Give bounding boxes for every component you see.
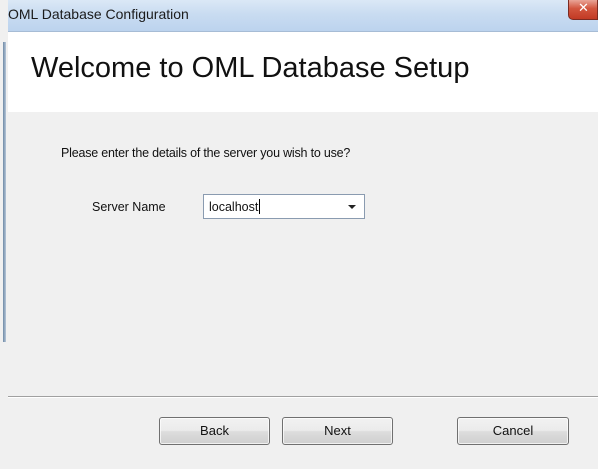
close-button[interactable]: ✕ (568, 0, 598, 20)
close-icon: ✕ (578, 1, 589, 16)
server-name-label: Server Name (92, 200, 166, 214)
page-title: Welcome to OML Database Setup (31, 52, 470, 84)
next-button[interactable]: Next (282, 417, 393, 445)
content-area: Please enter the details of the server y… (8, 112, 598, 396)
server-name-input[interactable]: localhost (209, 199, 261, 214)
instruction-text: Please enter the details of the server y… (61, 146, 351, 160)
server-name-value: localhost (209, 200, 259, 214)
window-frame-edge (0, 0, 8, 469)
dialog-window: OML Database Configuration ✕ Welcome to … (0, 0, 598, 469)
server-name-combobox[interactable]: localhost (203, 194, 365, 219)
cancel-button[interactable]: Cancel (457, 417, 569, 445)
background-window-strip (3, 42, 6, 342)
text-caret (259, 199, 261, 214)
back-button[interactable]: Back (159, 417, 270, 445)
window-title: OML Database Configuration (8, 6, 189, 22)
chevron-down-icon[interactable] (342, 195, 364, 218)
footer-divider (8, 396, 598, 398)
title-bar[interactable]: OML Database Configuration ✕ (8, 0, 598, 32)
header-banner: Welcome to OML Database Setup (8, 32, 598, 112)
